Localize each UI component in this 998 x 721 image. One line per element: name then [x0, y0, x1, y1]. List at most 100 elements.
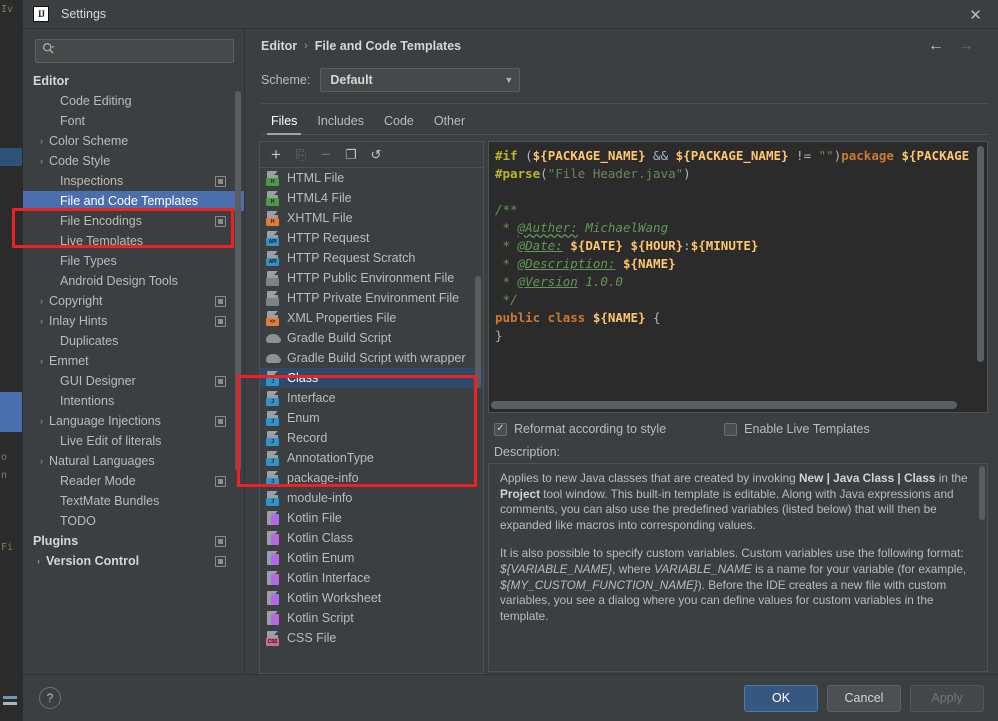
chevron-right-icon[interactable]: ›	[36, 416, 47, 426]
template-code-editor[interactable]: #if (${PACKAGE_NAME} && ${PACKAGE_NAME} …	[488, 141, 988, 413]
sidebar-item-android-design-tools[interactable]: Android Design Tools	[23, 271, 244, 291]
settings-content: Editor › File and Code Templates ← → Schem…	[245, 29, 998, 674]
plus-icon[interactable]: +	[265, 145, 287, 165]
template-list-item-label: HTTP Request	[287, 231, 370, 245]
sidebar-item-todo[interactable]: TODO	[23, 511, 244, 531]
template-list-item[interactable]: HTTP Private Environment File	[260, 288, 483, 308]
sidebar-item-file-encodings[interactable]: File Encodings	[23, 211, 244, 231]
sidebar-item-file-and-code-templates[interactable]: File and Code Templates	[23, 191, 244, 211]
description-scrollbar[interactable]	[979, 466, 985, 520]
code-line: }	[495, 327, 979, 345]
sidebar-item-code-style[interactable]: › Code Style	[23, 151, 244, 171]
help-icon[interactable]: ?	[39, 687, 61, 709]
cancel-button[interactable]: Cancel	[827, 684, 901, 712]
tab-code[interactable]: Code	[374, 114, 424, 135]
sidebar-item-intentions[interactable]: Intentions	[23, 391, 244, 411]
chevron-right-icon[interactable]: ›	[33, 556, 44, 566]
ok-button[interactable]: OK	[744, 684, 818, 712]
sidebar-item-label: Intentions	[60, 394, 115, 408]
template-list-item-label: HTTP Private Environment File	[287, 291, 460, 305]
java-class-icon: J	[266, 470, 281, 486]
code-token: 1.0.0	[577, 274, 623, 289]
footer-buttons: OK Cancel Apply	[744, 684, 984, 712]
template-list-item[interactable]: J Record	[260, 428, 483, 448]
template-list-scrollbar[interactable]	[475, 276, 481, 388]
template-list-item[interactable]: J Class	[260, 368, 483, 388]
code-vertical-scrollbar[interactable]	[977, 146, 984, 362]
tab-files[interactable]: Files	[261, 114, 307, 135]
template-list-item[interactable]: Kotlin Script	[260, 608, 483, 628]
close-icon[interactable]: ✕	[953, 0, 998, 29]
template-list[interactable]: H HTML File H HTML4 File H XHTML File API HTTP …	[259, 167, 484, 674]
sidebar-scrollbar[interactable]	[235, 91, 241, 471]
sidebar-item-code-editing[interactable]: Code Editing	[23, 91, 244, 111]
chevron-right-icon[interactable]: ›	[36, 296, 47, 306]
template-list-item[interactable]: Kotlin Class	[260, 528, 483, 548]
sidebar-item-emmet[interactable]: › Emmet	[23, 351, 244, 371]
sidebar-item-label: Code Editing	[60, 94, 132, 108]
project-scope-icon	[215, 415, 226, 427]
chevron-right-icon[interactable]: ›	[36, 136, 47, 146]
sidebar-item-live-templates[interactable]: Live Templates	[23, 231, 244, 251]
template-list-item[interactable]: HTTP Public Environment File	[260, 268, 483, 288]
search-box[interactable]	[35, 39, 234, 63]
arrow-left-icon[interactable]: ←	[928, 38, 944, 54]
search-input[interactable]	[59, 44, 227, 58]
breadcrumb-segment[interactable]: Editor	[261, 39, 297, 53]
scheme-dropdown[interactable]: Default ▼	[320, 68, 521, 92]
code-token: (	[517, 148, 533, 163]
template-list-item[interactable]: H HTML4 File	[260, 188, 483, 208]
undo-icon[interactable]: ↺	[365, 145, 387, 165]
template-list-item[interactable]: Gradle Build Script	[260, 328, 483, 348]
template-list-item[interactable]: H HTML File	[260, 168, 483, 188]
template-list-item[interactable]: Kotlin Worksheet	[260, 588, 483, 608]
sidebar-item-plugins[interactable]: Plugins	[23, 531, 244, 551]
sidebar-item-language-injections[interactable]: › Language Injections	[23, 411, 244, 431]
template-list-item[interactable]: J Enum	[260, 408, 483, 428]
sidebar-item-version-control[interactable]: › Version Control	[23, 551, 244, 571]
sidebar-item-natural-languages[interactable]: › Natural Languages	[23, 451, 244, 471]
code-horizontal-scrollbar[interactable]	[491, 401, 957, 409]
chevron-right-icon[interactable]: ›	[36, 316, 47, 326]
sidebar-item-label: TODO	[60, 514, 96, 528]
sidebar-item-file-types[interactable]: File Types	[23, 251, 244, 271]
tab-other[interactable]: Other	[424, 114, 475, 135]
template-list-item[interactable]: Jpackage-info	[260, 468, 483, 488]
template-list-item[interactable]: API HTTP Request Scratch	[260, 248, 483, 268]
template-list-item[interactable]: Kotlin File	[260, 508, 483, 528]
template-list-item[interactable]: CSS CSS File	[260, 628, 483, 648]
chevron-right-icon[interactable]: ›	[36, 156, 47, 166]
sidebar-item-color-scheme[interactable]: › Color Scheme	[23, 131, 244, 151]
settings-dialog: IJ Settings ✕ Editor Code Editing Font ›…	[22, 0, 998, 721]
sidebar-item-inspections[interactable]: Inspections	[23, 171, 244, 191]
xhtml-file-icon: H	[266, 210, 281, 226]
tab-includes[interactable]: Includes	[307, 114, 374, 135]
template-list-item[interactable]: J Interface	[260, 388, 483, 408]
sidebar-item-font[interactable]: Font	[23, 111, 244, 131]
reformat-checkbox[interactable]: ✓ Reformat according to style	[494, 422, 666, 436]
template-list-item[interactable]: <> XML Properties File	[260, 308, 483, 328]
template-list-item[interactable]: Gradle Build Script with wrapper	[260, 348, 483, 368]
template-list-item[interactable]: API HTTP Request	[260, 228, 483, 248]
live-templates-checkbox[interactable]: Enable Live Templates	[724, 422, 870, 436]
template-list-item[interactable]: J AnnotationType	[260, 448, 483, 468]
sidebar-item-editor[interactable]: Editor	[23, 71, 244, 91]
chevron-right-icon[interactable]: ›	[36, 456, 47, 466]
sidebar-item-copyright[interactable]: › Copyright	[23, 291, 244, 311]
sidebar-item-duplicates[interactable]: Duplicates	[23, 331, 244, 351]
sidebar-item-live-edit-of-literals[interactable]: Live Edit of literals	[23, 431, 244, 451]
template-list-item[interactable]: H XHTML File	[260, 208, 483, 228]
template-list-item[interactable]: Jmodule-info	[260, 488, 483, 508]
sidebar-item-inlay-hints[interactable]: › Inlay Hints	[23, 311, 244, 331]
sidebar-item-reader-mode[interactable]: Reader Mode	[23, 471, 244, 491]
chevron-right-icon[interactable]: ›	[36, 356, 47, 366]
template-list-item[interactable]: Kotlin Interface	[260, 568, 483, 588]
live-templates-label: Enable Live Templates	[744, 422, 870, 436]
code-line: #parse("File Header.java")	[495, 165, 979, 183]
template-list-item[interactable]: Kotlin Enum	[260, 548, 483, 568]
duplicate-icon[interactable]: ❐	[340, 145, 362, 165]
sidebar-item-gui-designer[interactable]: GUI Designer	[23, 371, 244, 391]
code-line: /**	[495, 201, 979, 219]
sidebar-item-textmate-bundles[interactable]: TextMate Bundles	[23, 491, 244, 511]
code-token: public class	[495, 310, 593, 325]
